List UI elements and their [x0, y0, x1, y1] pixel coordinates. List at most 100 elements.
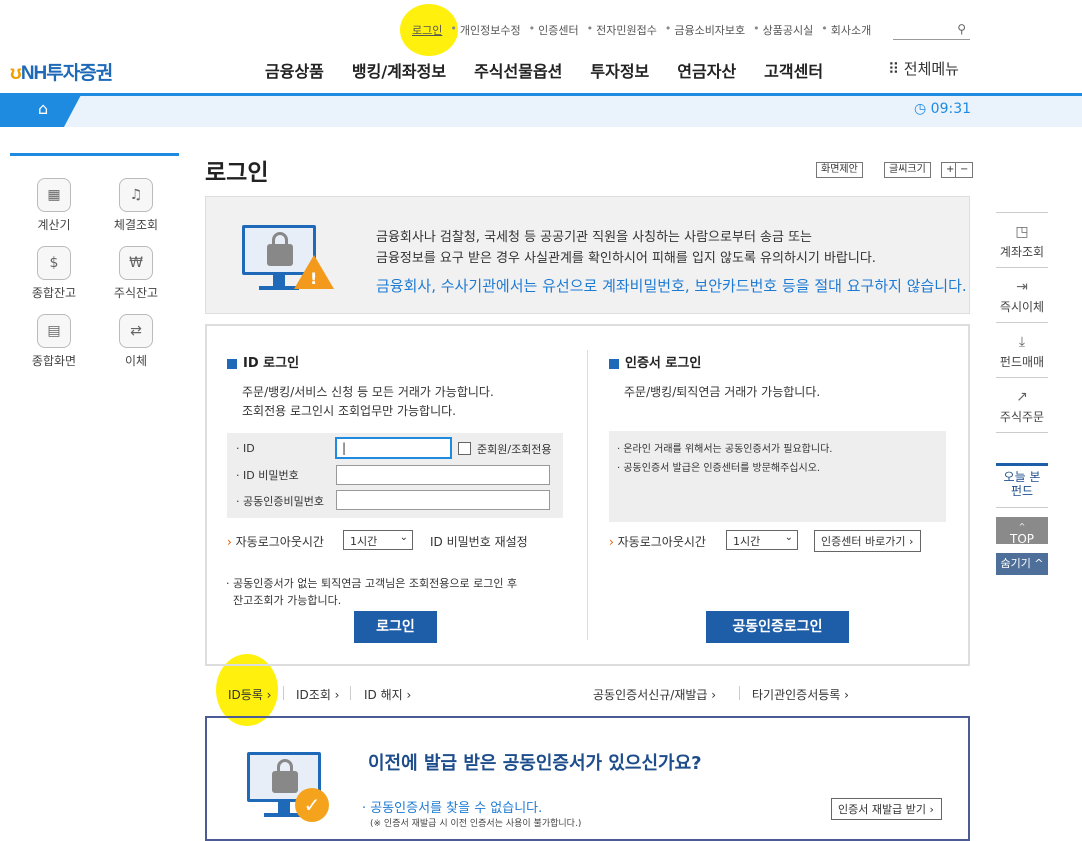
id-register-link[interactable]: ID등록 ›: [228, 686, 271, 703]
grid-icon: ⠿: [888, 60, 904, 78]
id-cancel-link[interactable]: ID 해지 ›: [364, 686, 411, 703]
util-link-login[interactable]: 로그인: [412, 22, 442, 38]
reset-password-link[interactable]: ID 비밀번호 재설정: [430, 533, 528, 550]
warning-line-1: 금융회사나 검찰청, 국세청 등 공공기관 직원을 사칭하는 사람으로부터 송금…: [376, 230, 813, 245]
util-link-disclosure[interactable]: 상품공시실: [763, 22, 814, 38]
nav-item-banking[interactable]: 뱅킹/계좌정보: [352, 58, 446, 82]
top-label: TOP: [1009, 532, 1034, 546]
util-link-company[interactable]: 회사소개: [831, 22, 871, 38]
cert-login-button[interactable]: 공동인증로그인: [706, 611, 849, 643]
right-quick-label: 펀드매매: [999, 355, 1045, 369]
hide-button[interactable]: 숨기기 ^: [996, 553, 1048, 575]
cert-password-input[interactable]: [336, 490, 550, 510]
clock: ◷ 09:31: [914, 101, 971, 117]
retire-note-1: · 공동인증서가 없는 퇴직연금 고객님은 조회전용으로 로그인 후: [226, 577, 518, 590]
cert-info-2: · 공동인증서 발급은 인증센터를 방문해주십시오.: [617, 463, 821, 474]
trend-arrow-icon: ↗: [1016, 389, 1028, 405]
chevron-down-icon: ⌄: [784, 532, 793, 543]
util-dot: •: [450, 22, 457, 35]
cert-login-desc: 주문/뱅킹/퇴직연금 거래가 가능합니다.: [624, 385, 821, 399]
auto-logout-value: 1시간: [350, 535, 378, 548]
id-input[interactable]: |: [335, 437, 452, 459]
id-login-desc-1: 주문/뱅킹/서비스 신청 등 모든 거래가 가능합니다.: [242, 385, 494, 399]
cert-login-title: 인증서 로그인: [609, 352, 701, 371]
left-quick-divider: [10, 153, 179, 156]
top-button[interactable]: ^ TOP: [996, 517, 1048, 546]
caret-up-icon: ^: [1018, 522, 1026, 531]
utility-nav: 로그인 • 개인정보수정 • 인증센터 • 전자민원접수 • 금융소비자보호 • 상품공시…: [412, 22, 879, 38]
quick-transfer[interactable]: ⇄ 이체: [106, 314, 166, 369]
chevron-down-icon: ⌄: [399, 532, 408, 543]
cert-promo-sub: · 공동인증서를 찾을 수 없습니다.: [362, 801, 543, 816]
nav-item-products[interactable]: 금융상품: [265, 58, 324, 82]
nav-item-stocks[interactable]: 주식선물옵션: [474, 58, 562, 82]
quick-execution[interactable]: ♫ 체결조회: [106, 178, 166, 233]
quick-stock-balance[interactable]: ₩ 주식잔고: [106, 246, 166, 301]
password-input[interactable]: [336, 465, 550, 485]
login-divider: [587, 350, 588, 640]
calculator-icon: ▦: [37, 178, 71, 212]
quick-calculator[interactable]: ▦ 계산기: [24, 178, 84, 233]
cert-new-link[interactable]: 공동인증서신규/재발급 ›: [593, 686, 716, 703]
hide-label: 숨기기 ^: [1000, 557, 1044, 570]
viewed-fund-label: 오늘 본 펀드: [1003, 470, 1041, 498]
warning-line-3: 금융회사, 수사기관에서는 유선으로 계좌비밀번호, 보안카드번호 등을 절대 …: [376, 277, 967, 295]
bell-check-icon: ♫: [119, 178, 153, 212]
util-link-profile[interactable]: 개인정보수정: [460, 22, 521, 38]
pw-label: · ID 비밀번호: [236, 469, 299, 482]
all-menu-button[interactable]: ⠿ 전체메뉴: [888, 58, 959, 79]
id-lookup-link[interactable]: ID조회 ›: [296, 686, 339, 703]
right-quick-divider: [996, 212, 1048, 213]
right-quick-stock-order[interactable]: ↗ 주식주문: [996, 389, 1048, 425]
quick-label: 종합화면: [31, 354, 77, 368]
quick-label: 체결조회: [113, 218, 159, 232]
login-button[interactable]: 로그인: [354, 611, 437, 643]
auto-logout-label: › 자동로그아웃시간: [227, 535, 324, 549]
nav-item-pension[interactable]: 연금자산: [677, 58, 736, 82]
main-nav: 금융상품 뱅킹/계좌정보 주식선물옵션 투자정보 연금자산 고객센터: [265, 58, 851, 82]
util-link-cert-center[interactable]: 인증센터: [538, 22, 578, 38]
readonly-checkbox[interactable]: [458, 442, 471, 455]
font-decrease-button[interactable]: −: [955, 162, 974, 178]
chart-screen-icon: ▤: [37, 314, 71, 348]
quick-overview[interactable]: ▤ 종합화면: [24, 314, 84, 369]
logo-symbol-icon: ʊ: [10, 63, 22, 84]
id-login-desc-2: 조회전용 로그인시 조회업무만 가능합니다.: [242, 404, 456, 418]
cert-other-link[interactable]: 타기관인증서등록 ›: [752, 686, 849, 703]
section-bullet-icon: [609, 358, 619, 369]
clock-icon: ◷: [914, 101, 931, 117]
link-separator: [350, 686, 351, 700]
right-quick-transfer[interactable]: ⇥ 즉시이체: [996, 279, 1048, 315]
right-quick-label: 주식주문: [999, 410, 1045, 424]
readonly-label: 준회원/조회전용: [477, 443, 552, 456]
cert-auto-logout-select[interactable]: 1시간 ⌄: [726, 530, 798, 550]
id-input-value: |: [342, 441, 347, 455]
right-quick-fund[interactable]: ⤓ 펀드매매: [996, 334, 1048, 370]
transfer-icon: ⇄: [119, 314, 153, 348]
util-dot: •: [586, 22, 594, 35]
search-icon[interactable]: ⚲: [957, 22, 966, 36]
transfer-in-icon: ⇥: [1016, 279, 1028, 295]
id-login-title-text: ID 로그인: [243, 356, 300, 371]
id-label: · ID: [236, 442, 255, 455]
util-link-consumer[interactable]: 금융소비자보호: [674, 22, 745, 38]
search-input[interactable]: ⚲: [893, 20, 970, 40]
nav-item-investment[interactable]: 투자정보: [590, 58, 649, 82]
retire-note-2: 잔고조회가 가능합니다.: [233, 594, 342, 607]
right-quick-account[interactable]: ◳ 계좌조회: [996, 224, 1048, 260]
util-dot: •: [528, 22, 536, 35]
util-dot: •: [664, 22, 672, 35]
util-dot: •: [821, 22, 828, 35]
nav-item-support[interactable]: 고객센터: [764, 58, 823, 82]
util-link-complaint[interactable]: 전자민원접수: [596, 22, 657, 38]
viewed-fund-button[interactable]: 오늘 본 펀드: [996, 463, 1048, 508]
quick-label: 종합잔고: [31, 286, 77, 300]
quick-label: 계산기: [37, 218, 71, 232]
suggest-button[interactable]: 화면제안: [816, 162, 863, 178]
cert-reissue-button[interactable]: 인증서 재발급 받기 ›: [831, 798, 942, 820]
warning-line-2: 금융정보를 요구 받은 경우 사실관계를 확인하시어 피해를 입지 않도록 유의…: [376, 251, 876, 266]
auto-logout-select[interactable]: 1시간 ⌄: [343, 530, 413, 550]
logo[interactable]: ʊNH투자증권: [10, 58, 113, 85]
cert-center-button[interactable]: 인증센터 바로가기 ›: [814, 530, 921, 552]
quick-balance[interactable]: $ 종합잔고: [24, 246, 84, 301]
